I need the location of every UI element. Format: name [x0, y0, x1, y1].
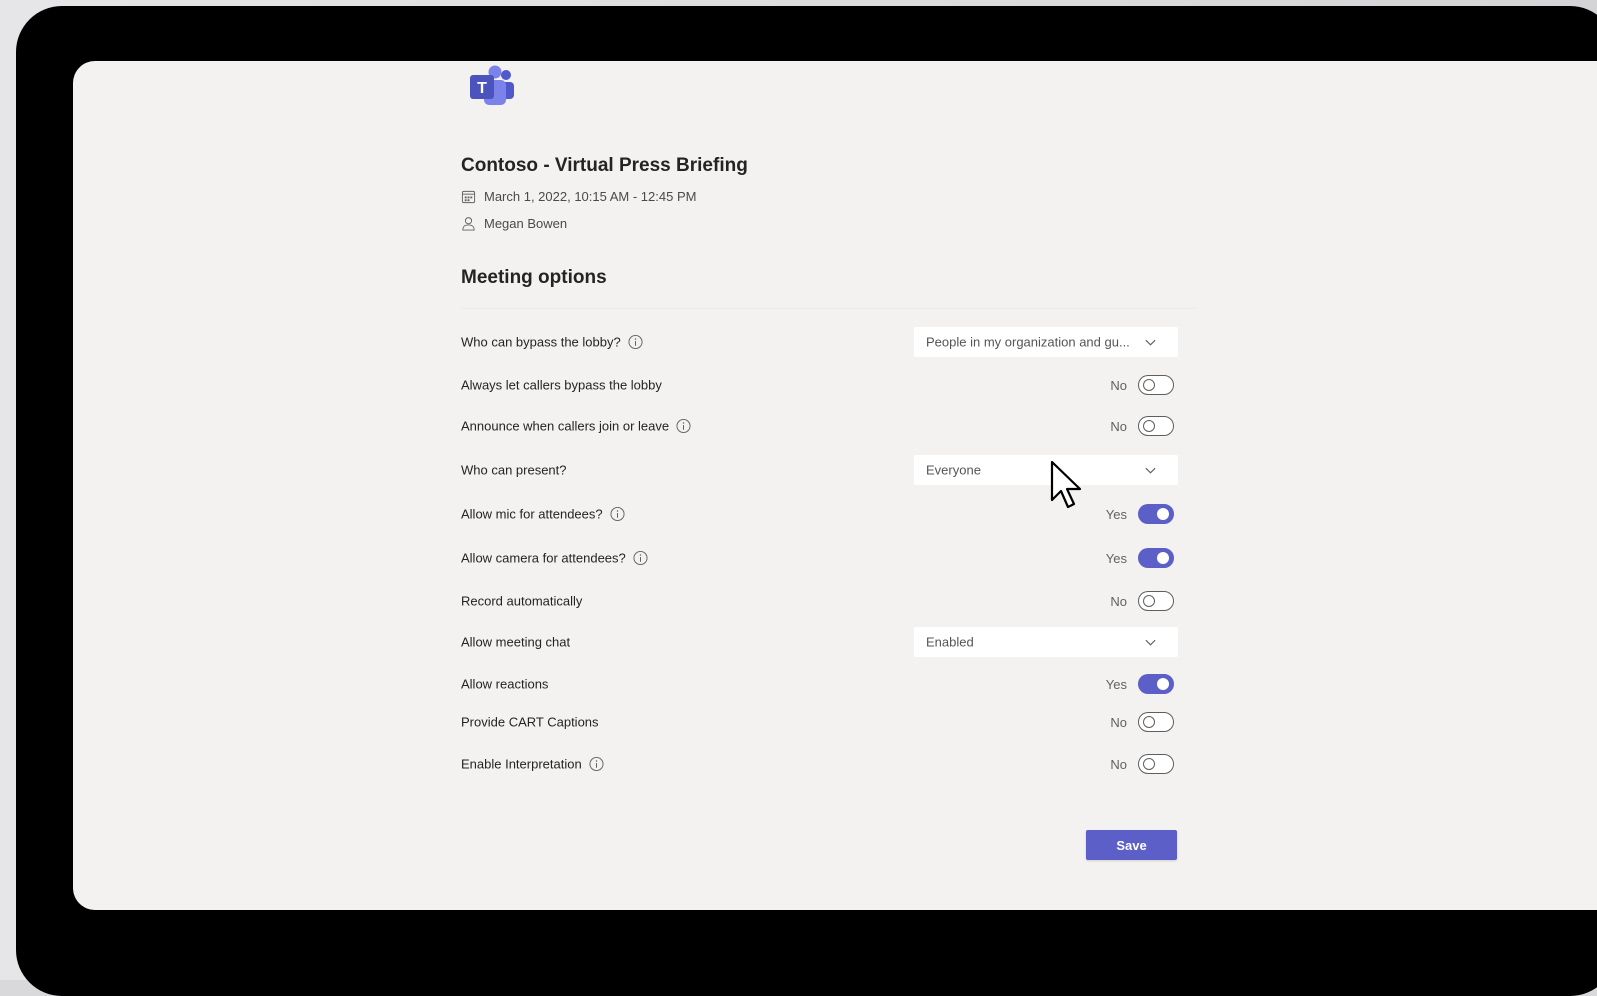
option-label-text: Record automatically — [461, 593, 583, 609]
dropdown-value: Enabled — [926, 634, 974, 650]
option-label: Record automatically — [461, 594, 582, 609]
option-row-allow-camera-for-attendees: Allow camera for attendees? Yes — [461, 543, 1178, 573]
toggle-state-label: No — [1110, 377, 1127, 393]
option-toggle[interactable] — [1138, 548, 1174, 568]
option-toggle[interactable] — [1138, 591, 1174, 611]
dropdown-value: Everyone — [926, 462, 981, 478]
option-label-text: Provide CART Captions — [461, 714, 599, 730]
toggle-control: No — [1110, 712, 1174, 732]
divider — [461, 308, 1196, 309]
option-label: Allow reactions — [461, 677, 548, 692]
toggle-control: No — [1110, 591, 1174, 611]
option-label-text: Announce when callers join or leave — [461, 418, 670, 434]
option-label-text: Enable Interpretation — [461, 756, 582, 772]
meeting-title: Contoso - Virtual Press Briefing — [461, 155, 748, 176]
option-label: Who can present? — [461, 463, 567, 478]
option-label: Who can bypass the lobby? — [461, 335, 643, 350]
option-row-announce-when-callers-join-or-leave: Announce when callers join or leave No — [461, 411, 1178, 441]
info-icon[interactable] — [633, 550, 648, 566]
toggle-knob — [1143, 758, 1155, 770]
toggle-state-label: No — [1110, 418, 1127, 434]
option-row-allow-reactions: Allow reactions Yes — [461, 669, 1178, 699]
option-label-text: Who can present? — [461, 462, 567, 478]
toggle-control: Yes — [1106, 504, 1174, 524]
toggle-knob — [1157, 678, 1169, 690]
option-toggle[interactable] — [1138, 375, 1174, 395]
toggle-control: Yes — [1106, 548, 1174, 568]
option-row-record-automatically: Record automatically No — [461, 586, 1178, 616]
toggle-state-label: Yes — [1105, 676, 1127, 692]
toggle-control: No — [1110, 416, 1174, 436]
toggle-knob — [1157, 552, 1169, 564]
option-dropdown[interactable]: Enabled — [914, 627, 1178, 657]
info-icon[interactable] — [676, 418, 691, 434]
meeting-options-page: T Contoso - Virtual Press Briefing March… — [73, 61, 1597, 910]
chevron-down-icon — [1145, 339, 1156, 346]
section-title: Meeting options — [461, 267, 607, 288]
option-label: Announce when callers join or leave — [461, 419, 691, 434]
toggle-state-label: No — [1110, 593, 1127, 609]
toggle-knob — [1157, 508, 1169, 520]
toggle-control: Yes — [1106, 674, 1174, 694]
svg-text:T: T — [477, 80, 487, 97]
meeting-organizer-row: Megan Bowen — [461, 216, 567, 231]
option-label-text: Who can bypass the lobby? — [461, 334, 621, 350]
option-toggle[interactable] — [1138, 754, 1174, 774]
toggle-knob — [1143, 716, 1155, 728]
option-label-text: Allow reactions — [461, 676, 549, 692]
option-row-who-can-bypass-the-lobby: Who can bypass the lobby? People in my or… — [461, 327, 1178, 357]
option-row-always-let-callers-bypass-the-lobby: Always let callers bypass the lobby No — [461, 370, 1178, 400]
meeting-organizer: Megan Bowen — [484, 216, 568, 231]
option-label-text: Allow mic for attendees? — [461, 506, 603, 522]
option-label: Allow meeting chat — [461, 635, 570, 650]
option-toggle[interactable] — [1138, 416, 1174, 436]
person-icon — [462, 217, 475, 231]
option-row-enable-interpretation: Enable Interpretation No — [461, 749, 1178, 779]
option-dropdown[interactable]: Everyone — [914, 455, 1178, 485]
meeting-datetime: March 1, 2022, 10:15 AM - 12:45 PM — [484, 189, 697, 204]
info-icon[interactable] — [628, 334, 643, 350]
toggle-knob — [1143, 595, 1155, 607]
option-label-text: Allow meeting chat — [461, 634, 571, 650]
option-label: Enable Interpretation — [461, 757, 604, 772]
dropdown-value: People in my organization and gu... — [926, 334, 1130, 350]
toggle-state-label: Yes — [1105, 550, 1127, 566]
option-label: Allow mic for attendees? — [461, 507, 625, 522]
option-toggle[interactable] — [1138, 712, 1174, 732]
option-row-allow-meeting-chat: Allow meeting chat Enabled — [461, 627, 1178, 657]
toggle-control: No — [1110, 375, 1174, 395]
toggle-state-label: Yes — [1105, 506, 1127, 522]
mouse-cursor-icon — [1050, 460, 1082, 509]
option-label: Provide CART Captions — [461, 715, 599, 730]
info-icon[interactable] — [610, 506, 625, 522]
meeting-datetime-row: March 1, 2022, 10:15 AM - 12:45 PM — [461, 189, 696, 204]
chevron-down-icon — [1145, 467, 1156, 474]
chevron-down-icon — [1145, 639, 1156, 646]
toggle-control: No — [1110, 754, 1174, 774]
option-toggle[interactable] — [1138, 674, 1174, 694]
toggle-state-label: No — [1110, 756, 1127, 772]
toggle-state-label: No — [1110, 714, 1127, 730]
option-label-text: Allow camera for attendees? — [461, 550, 626, 566]
toggle-knob — [1143, 420, 1155, 432]
option-row-provide-cart-captions: Provide CART Captions No — [461, 707, 1178, 737]
calendar-icon — [461, 190, 476, 204]
option-label-text: Always let callers bypass the lobby — [461, 377, 662, 393]
option-toggle[interactable] — [1138, 504, 1174, 524]
info-icon[interactable] — [589, 756, 604, 772]
option-dropdown[interactable]: People in my organization and gu... — [914, 327, 1178, 357]
toggle-knob — [1143, 379, 1155, 391]
option-label: Always let callers bypass the lobby — [461, 378, 662, 393]
teams-logo: T — [470, 65, 514, 105]
save-button[interactable]: Save — [1086, 830, 1177, 860]
option-label: Allow camera for attendees? — [461, 551, 648, 566]
